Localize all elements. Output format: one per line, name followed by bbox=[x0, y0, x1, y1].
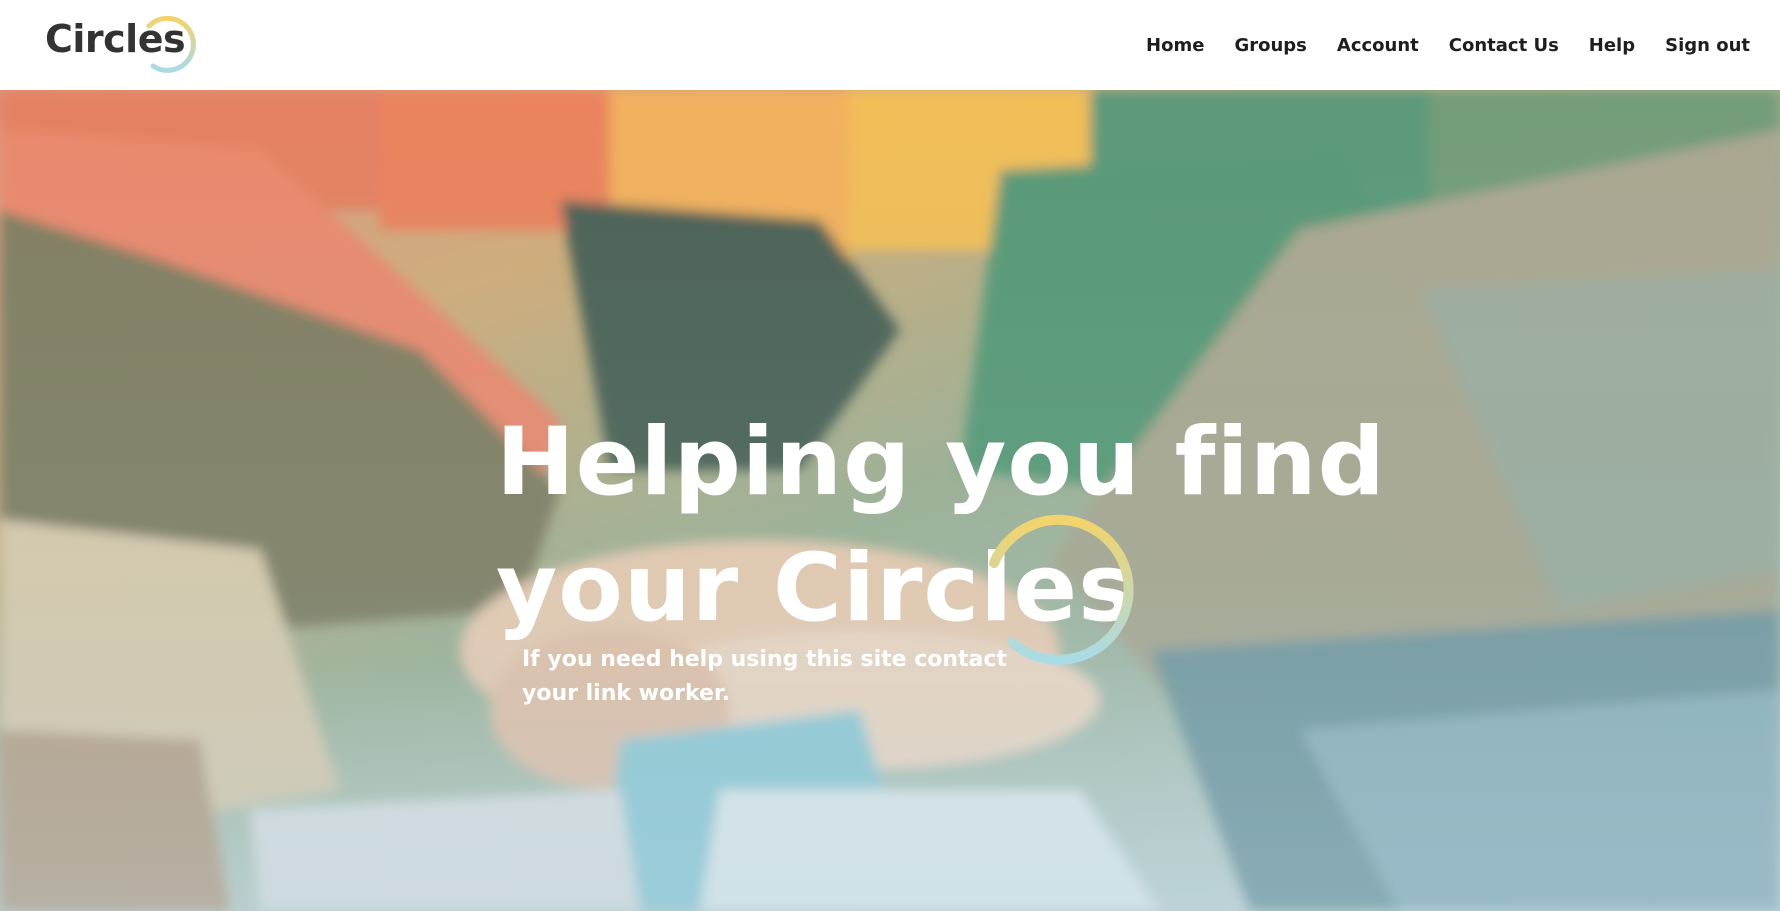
main-nav: Home Groups Account Contact Us Help Sign… bbox=[1146, 0, 1750, 90]
hero-headline: Helping you find your Circles bbox=[496, 400, 1396, 652]
nav-groups[interactable]: Groups bbox=[1234, 35, 1306, 56]
nav-account[interactable]: Account bbox=[1337, 35, 1419, 56]
site-header: Circles Home Groups Account Contact Us H… bbox=[0, 0, 1780, 90]
hero-headline-line-1: Helping you find bbox=[496, 408, 1386, 517]
logo-ring-icon bbox=[146, 15, 196, 73]
hero-subtext: If you need help using this site contact… bbox=[522, 643, 1042, 711]
hero-headline-line-2: your Circles bbox=[496, 534, 1136, 643]
hero-subtext-line-1: If you need help using this site contact bbox=[522, 647, 1007, 672]
nav-sign-out[interactable]: Sign out bbox=[1665, 35, 1750, 56]
circles-logo[interactable]: Circles bbox=[45, 12, 205, 80]
nav-help[interactable]: Help bbox=[1589, 35, 1635, 56]
nav-contact-us[interactable]: Contact Us bbox=[1449, 35, 1559, 56]
nav-home[interactable]: Home bbox=[1146, 35, 1204, 56]
hero-subtext-line-2: your link worker. bbox=[522, 681, 730, 706]
hero-banner: Helping you find your Circles If you nee… bbox=[0, 90, 1780, 911]
